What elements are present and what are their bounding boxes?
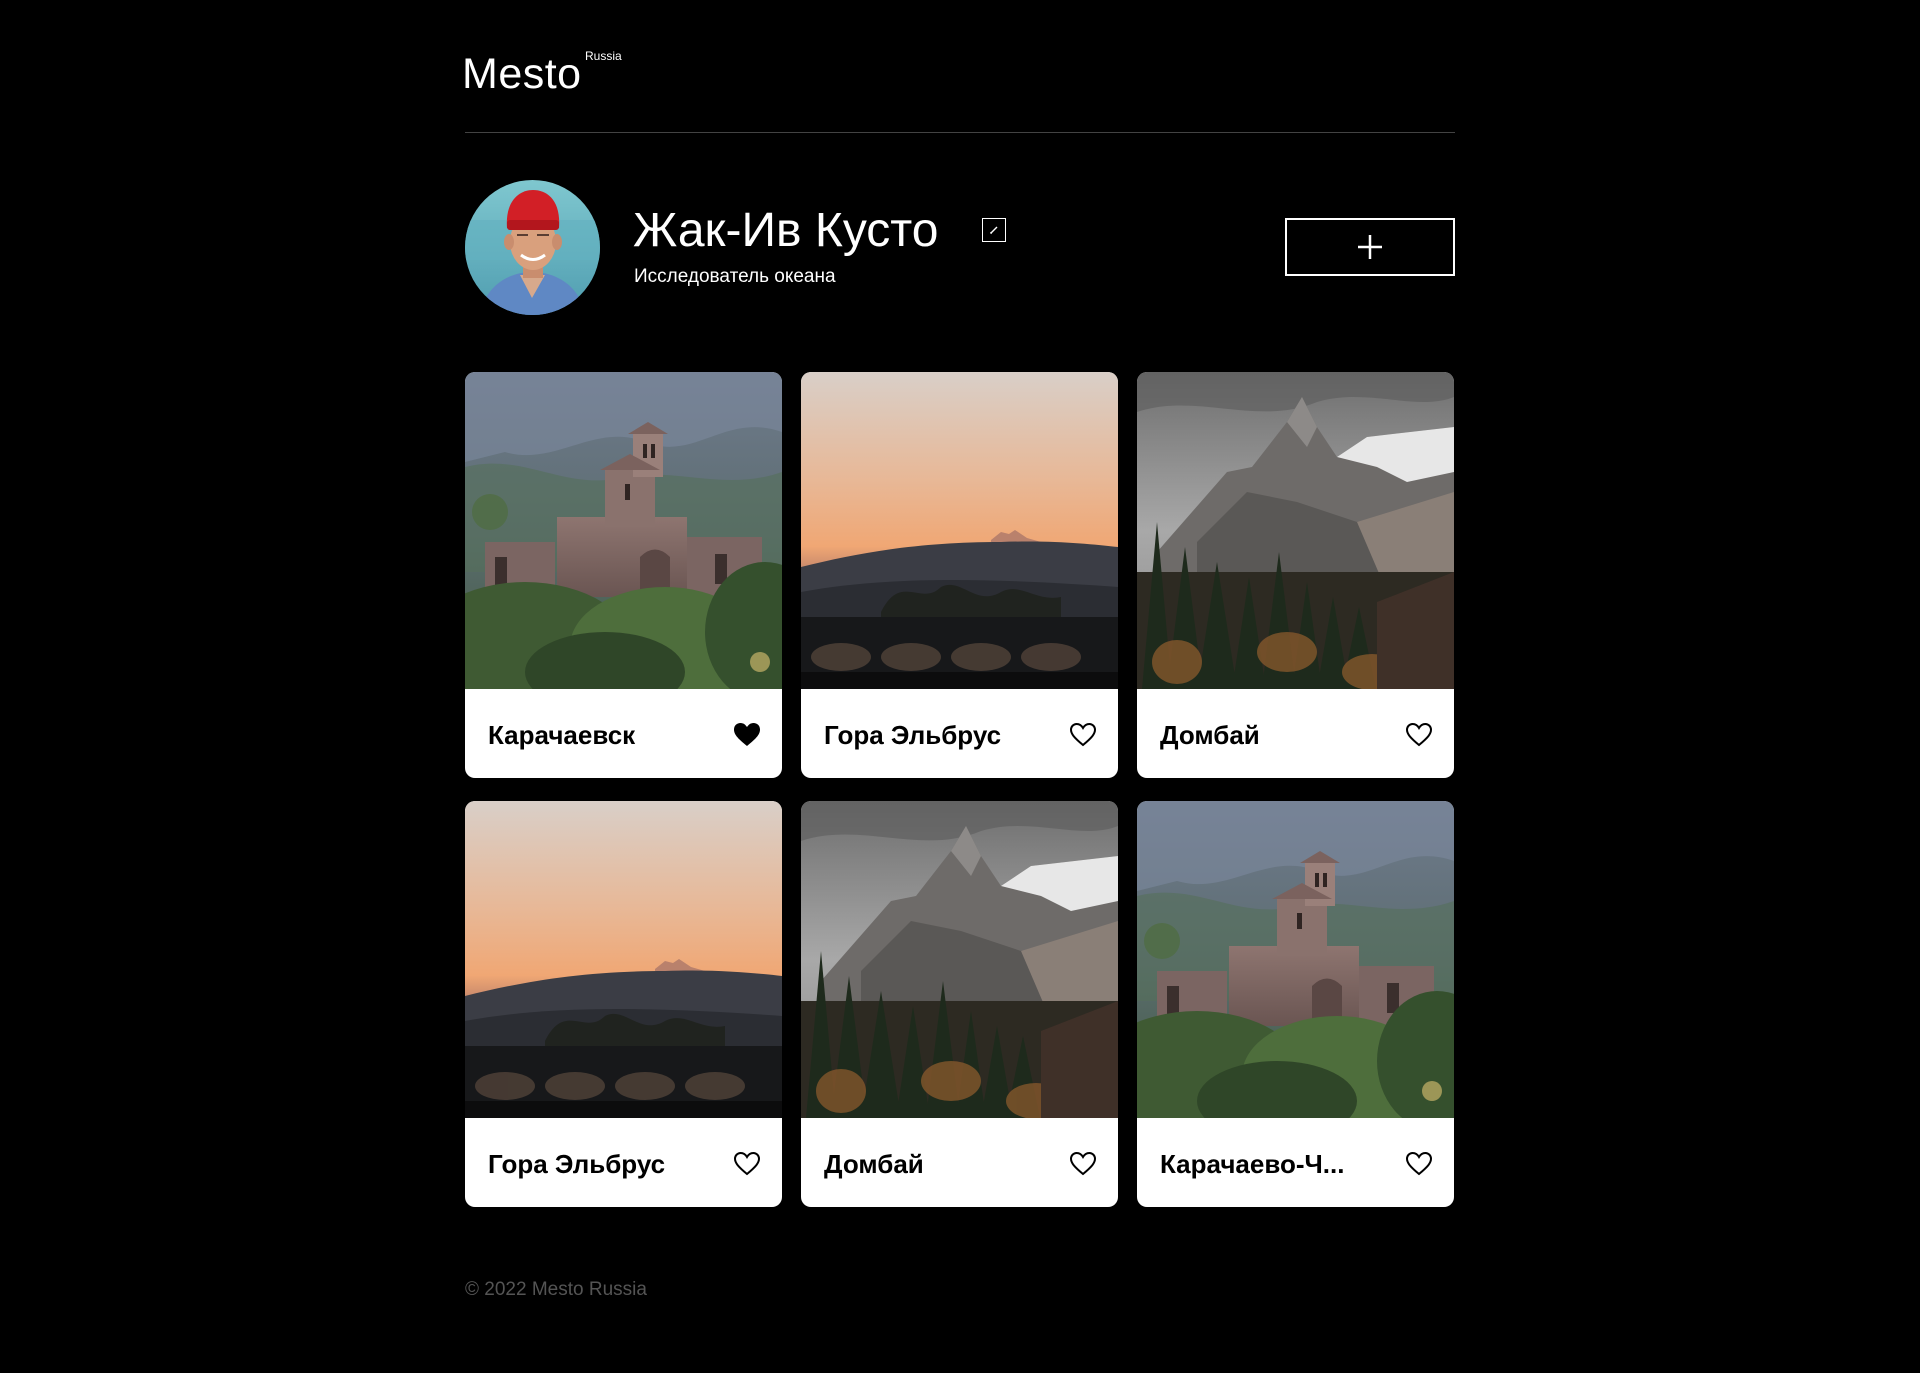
card-title: Карачаево-Ч... bbox=[1160, 1149, 1345, 1179]
card: Домбай bbox=[1137, 372, 1454, 778]
profile: Жак-Ив Кусто Исследователь океана bbox=[465, 133, 1455, 372]
card: Домбай bbox=[801, 801, 1118, 1207]
heart-outline-icon bbox=[1069, 722, 1097, 747]
card-image[interactable] bbox=[465, 801, 782, 1118]
card-footer: Домбай bbox=[801, 1118, 1118, 1207]
logo[interactable]: Mesto bbox=[462, 48, 582, 100]
card-title: Домбай bbox=[1160, 720, 1260, 750]
copyright: © 2022 Mesto Russia bbox=[465, 1279, 647, 1300]
card-image[interactable] bbox=[1137, 801, 1454, 1118]
profile-about: Исследователь океана bbox=[634, 266, 836, 287]
card-footer: Гора Эльбрус bbox=[465, 1118, 782, 1207]
cards-grid: Карачаевск Гора Эльбрус Домбай Гора Эльб… bbox=[465, 372, 1455, 1207]
heart-outline-icon bbox=[1069, 1151, 1097, 1176]
card-footer: Карачаево-Ч... bbox=[1137, 1118, 1454, 1207]
avatar-photo bbox=[465, 180, 600, 315]
card: Гора Эльбрус bbox=[465, 801, 782, 1207]
card: Гора Эльбрус bbox=[801, 372, 1118, 778]
heart-outline-icon bbox=[1405, 1151, 1433, 1176]
like-button[interactable] bbox=[1405, 722, 1433, 748]
heart-outline-icon bbox=[1405, 722, 1433, 747]
page: Mesto Russia Жак-Ив Кусто Исследователь … bbox=[462, 0, 1455, 1300]
like-button[interactable] bbox=[1069, 722, 1097, 748]
header: Mesto Russia bbox=[462, 0, 1455, 133]
like-button[interactable] bbox=[733, 722, 761, 748]
card-title: Гора Эльбрус bbox=[488, 1149, 666, 1179]
card-title: Домбай bbox=[824, 1149, 924, 1179]
add-card-button[interactable] bbox=[1285, 218, 1455, 276]
like-button[interactable] bbox=[733, 1151, 761, 1177]
card-title: Карачаевск bbox=[488, 720, 636, 750]
card-footer: Домбай bbox=[1137, 689, 1454, 778]
like-button[interactable] bbox=[1405, 1151, 1433, 1177]
card: Карачаевск bbox=[465, 372, 782, 778]
card-footer: Гора Эльбрус bbox=[801, 689, 1118, 778]
like-button[interactable] bbox=[1069, 1151, 1097, 1177]
pencil-icon bbox=[989, 226, 998, 235]
card-title: Гора Эльбрус bbox=[824, 720, 1002, 750]
logo-superscript: Russia bbox=[585, 49, 622, 63]
card-footer: Карачаевск bbox=[465, 689, 782, 778]
card: Карачаево-Ч... bbox=[1137, 801, 1454, 1207]
edit-profile-button[interactable] bbox=[982, 218, 1006, 242]
heart-outline-icon bbox=[733, 1151, 761, 1176]
card-image[interactable] bbox=[801, 801, 1118, 1118]
card-image[interactable] bbox=[1137, 372, 1454, 689]
profile-name: Жак-Ив Кусто bbox=[633, 204, 939, 257]
card-image[interactable] bbox=[465, 372, 782, 689]
plus-icon bbox=[1358, 235, 1382, 259]
heart-filled-icon bbox=[734, 723, 760, 746]
avatar[interactable] bbox=[465, 180, 600, 315]
card-image[interactable] bbox=[801, 372, 1118, 689]
